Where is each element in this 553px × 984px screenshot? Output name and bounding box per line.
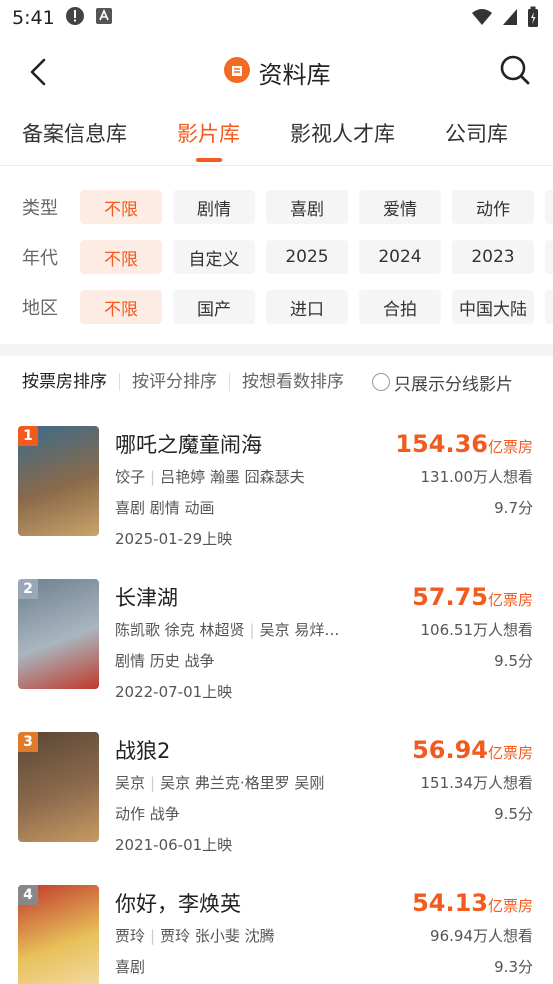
box-office-value: 54.13 <box>412 889 488 917</box>
filter-chip-overflow[interactable] <box>545 190 553 224</box>
filter-chip[interactable]: 中国大陆 <box>452 290 534 324</box>
movie-item[interactable]: 4 你好，李焕英 贾玲 | 贾玲 张小斐 沈腾 喜剧 54.13亿票房 96.94万… <box>0 879 553 984</box>
movie-item[interactable]: 2 长津湖 陈凯歌 徐克 林超贤 | 吴京 易烊… 剧情 历史 战争 2022-07… <box>0 573 553 726</box>
movie-release: 2025-01-29上映 <box>115 530 233 548</box>
box-office-unit: 亿票房 <box>487 897 533 915</box>
filter-chip[interactable]: 不限 <box>80 290 162 324</box>
tab-filing-library[interactable]: 备案信息库 <box>22 108 127 148</box>
movie-stats: 56.94亿票房 151.34万人想看 9.5分 <box>412 732 533 830</box>
radio-circle-icon <box>372 373 390 391</box>
filter-chip[interactable]: 2025 <box>266 240 348 274</box>
movie-score: 9.7分 <box>494 499 533 517</box>
want-count: 96.94万人想看 <box>430 927 533 945</box>
box-office-value: 57.75 <box>412 583 488 611</box>
box-office: 57.75亿票房 <box>412 579 533 615</box>
box-office: 154.36亿票房 <box>395 426 533 462</box>
movie-score: 9.3分 <box>494 958 533 976</box>
tab-company-library[interactable]: 公司库 <box>445 108 508 148</box>
movie-cast: 吴京 易烊… <box>259 621 340 639</box>
movie-stats: 57.75亿票房 106.51万人想看 9.5分 <box>412 579 533 677</box>
filter-chip[interactable]: 不限 <box>80 190 162 224</box>
filter-chip[interactable]: 进口 <box>266 290 348 324</box>
filter-chip[interactable]: 喜剧 <box>266 190 348 224</box>
alert-icon <box>65 6 85 31</box>
status-time: 5:41 <box>12 7 55 29</box>
filter-label: 类型 <box>22 198 58 219</box>
want-count: 106.51万人想看 <box>420 621 534 639</box>
movie-poster[interactable]: 1 <box>18 426 99 536</box>
app-notification-icon <box>95 7 113 30</box>
library-logo-icon <box>223 56 251 88</box>
filter-chip-overflow[interactable] <box>545 290 553 324</box>
movie-stats: 54.13亿票房 96.94万人想看 9.3分 <box>412 885 533 983</box>
box-office-value: 56.94 <box>412 736 488 764</box>
movie-cast: 贾玲 张小斐 沈腾 <box>160 927 275 945</box>
status-bar: 5:41 <box>0 0 553 36</box>
sort-bar: 按票房排序 按评分排序 按想看数排序 只展示分线影片 <box>0 356 553 408</box>
filter-row-genre: 类型 不限 剧情 喜剧 爱情 动作 <box>0 182 553 232</box>
sort-by-rating[interactable]: 按评分排序 <box>119 373 229 391</box>
page-title-group: 资料库 <box>223 55 331 90</box>
back-icon[interactable] <box>28 58 48 90</box>
box-office-unit: 亿票房 <box>487 744 533 762</box>
filter-chip[interactable]: 动作 <box>452 190 534 224</box>
movie-director: 陈凯歌 徐克 林超贤 <box>115 621 245 639</box>
movie-poster[interactable]: 3 <box>18 732 99 842</box>
filter-chip[interactable]: 自定义 <box>173 240 255 274</box>
movie-item[interactable]: 1 哪吒之魔童闹海 饺子 | 吕艳婷 瀚墨 囧森瑟夫 喜剧 剧情 动画 2025-0… <box>0 420 553 573</box>
movie-stats: 154.36亿票房 131.00万人想看 9.7分 <box>395 426 533 524</box>
movie-score: 9.5分 <box>494 805 533 823</box>
movie-list: 1 哪吒之魔童闹海 饺子 | 吕艳婷 瀚墨 囧森瑟夫 喜剧 剧情 动画 2025-0… <box>0 408 553 984</box>
page-title: 资料库 <box>258 60 331 89</box>
movie-director: 吴京 <box>115 774 146 792</box>
movie-director: 饺子 <box>115 468 146 486</box>
movie-poster[interactable]: 4 <box>18 885 99 984</box>
want-count: 131.00万人想看 <box>420 468 534 486</box>
box-office: 54.13亿票房 <box>412 885 533 921</box>
category-tabs: 备案信息库 影片库 影视人才库 公司库 <box>0 108 553 166</box>
filter-chip-overflow[interactable] <box>545 240 553 274</box>
filter-panel: 类型 不限 剧情 喜剧 爱情 动作 年代 不限 自定义 2025 2024 20… <box>0 166 553 332</box>
rank-badge: 3 <box>18 732 38 752</box>
filter-row-year: 年代 不限 自定义 2025 2024 2023 <box>0 232 553 282</box>
box-office-unit: 亿票房 <box>487 591 533 609</box>
tab-film-library[interactable]: 影片库 <box>177 108 240 148</box>
search-icon[interactable] <box>499 54 531 90</box>
rank-badge: 1 <box>18 426 38 446</box>
tab-talent-library[interactable]: 影视人才库 <box>290 108 395 148</box>
filter-chip[interactable]: 不限 <box>80 240 162 274</box>
movie-poster[interactable]: 2 <box>18 579 99 689</box>
movie-item[interactable]: 3 战狼2 吴京 | 吴京 弗兰克·格里罗 吴刚 动作 战争 2021-06-01上… <box>0 726 553 879</box>
rank-badge: 2 <box>18 579 38 599</box>
signal-icon <box>501 7 519 32</box>
movie-release: 2021-06-01上映 <box>115 836 233 854</box>
movie-score: 9.5分 <box>494 652 533 670</box>
filter-chip[interactable]: 国产 <box>173 290 255 324</box>
sort-by-want-count[interactable]: 按想看数排序 <box>229 373 356 391</box>
filter-label: 地区 <box>22 298 58 319</box>
filter-chip[interactable]: 2023 <box>452 240 534 274</box>
filter-chip[interactable]: 剧情 <box>173 190 255 224</box>
nav-bar: 资料库 <box>0 36 553 108</box>
wifi-icon <box>471 7 493 32</box>
movie-director: 贾玲 <box>115 927 146 945</box>
want-count: 151.34万人想看 <box>420 774 534 792</box>
filter-chip[interactable]: 合拍 <box>359 290 441 324</box>
movie-cast: 吕艳婷 瀚墨 囧森瑟夫 <box>160 468 305 486</box>
box-office-unit: 亿票房 <box>487 438 533 456</box>
filter-chip[interactable]: 2024 <box>359 240 441 274</box>
filter-label: 年代 <box>22 248 58 269</box>
movie-release: 2022-07-01上映 <box>115 683 233 701</box>
box-office-value: 154.36 <box>395 430 488 458</box>
movie-cast: 吴京 弗兰克·格里罗 吴刚 <box>160 774 325 792</box>
split-release-toggle[interactable]: 只展示分线影片 <box>372 370 513 395</box>
sort-by-box-office[interactable]: 按票房排序 <box>22 373 119 391</box>
rank-badge: 4 <box>18 885 38 905</box>
battery-icon <box>527 6 539 33</box>
filter-row-region: 地区 不限 国产 进口 合拍 中国大陆 <box>0 282 553 332</box>
section-divider <box>0 344 553 356</box>
box-office: 56.94亿票房 <box>412 732 533 768</box>
split-release-label: 只展示分线影片 <box>394 374 513 395</box>
filter-chip[interactable]: 爱情 <box>359 190 441 224</box>
